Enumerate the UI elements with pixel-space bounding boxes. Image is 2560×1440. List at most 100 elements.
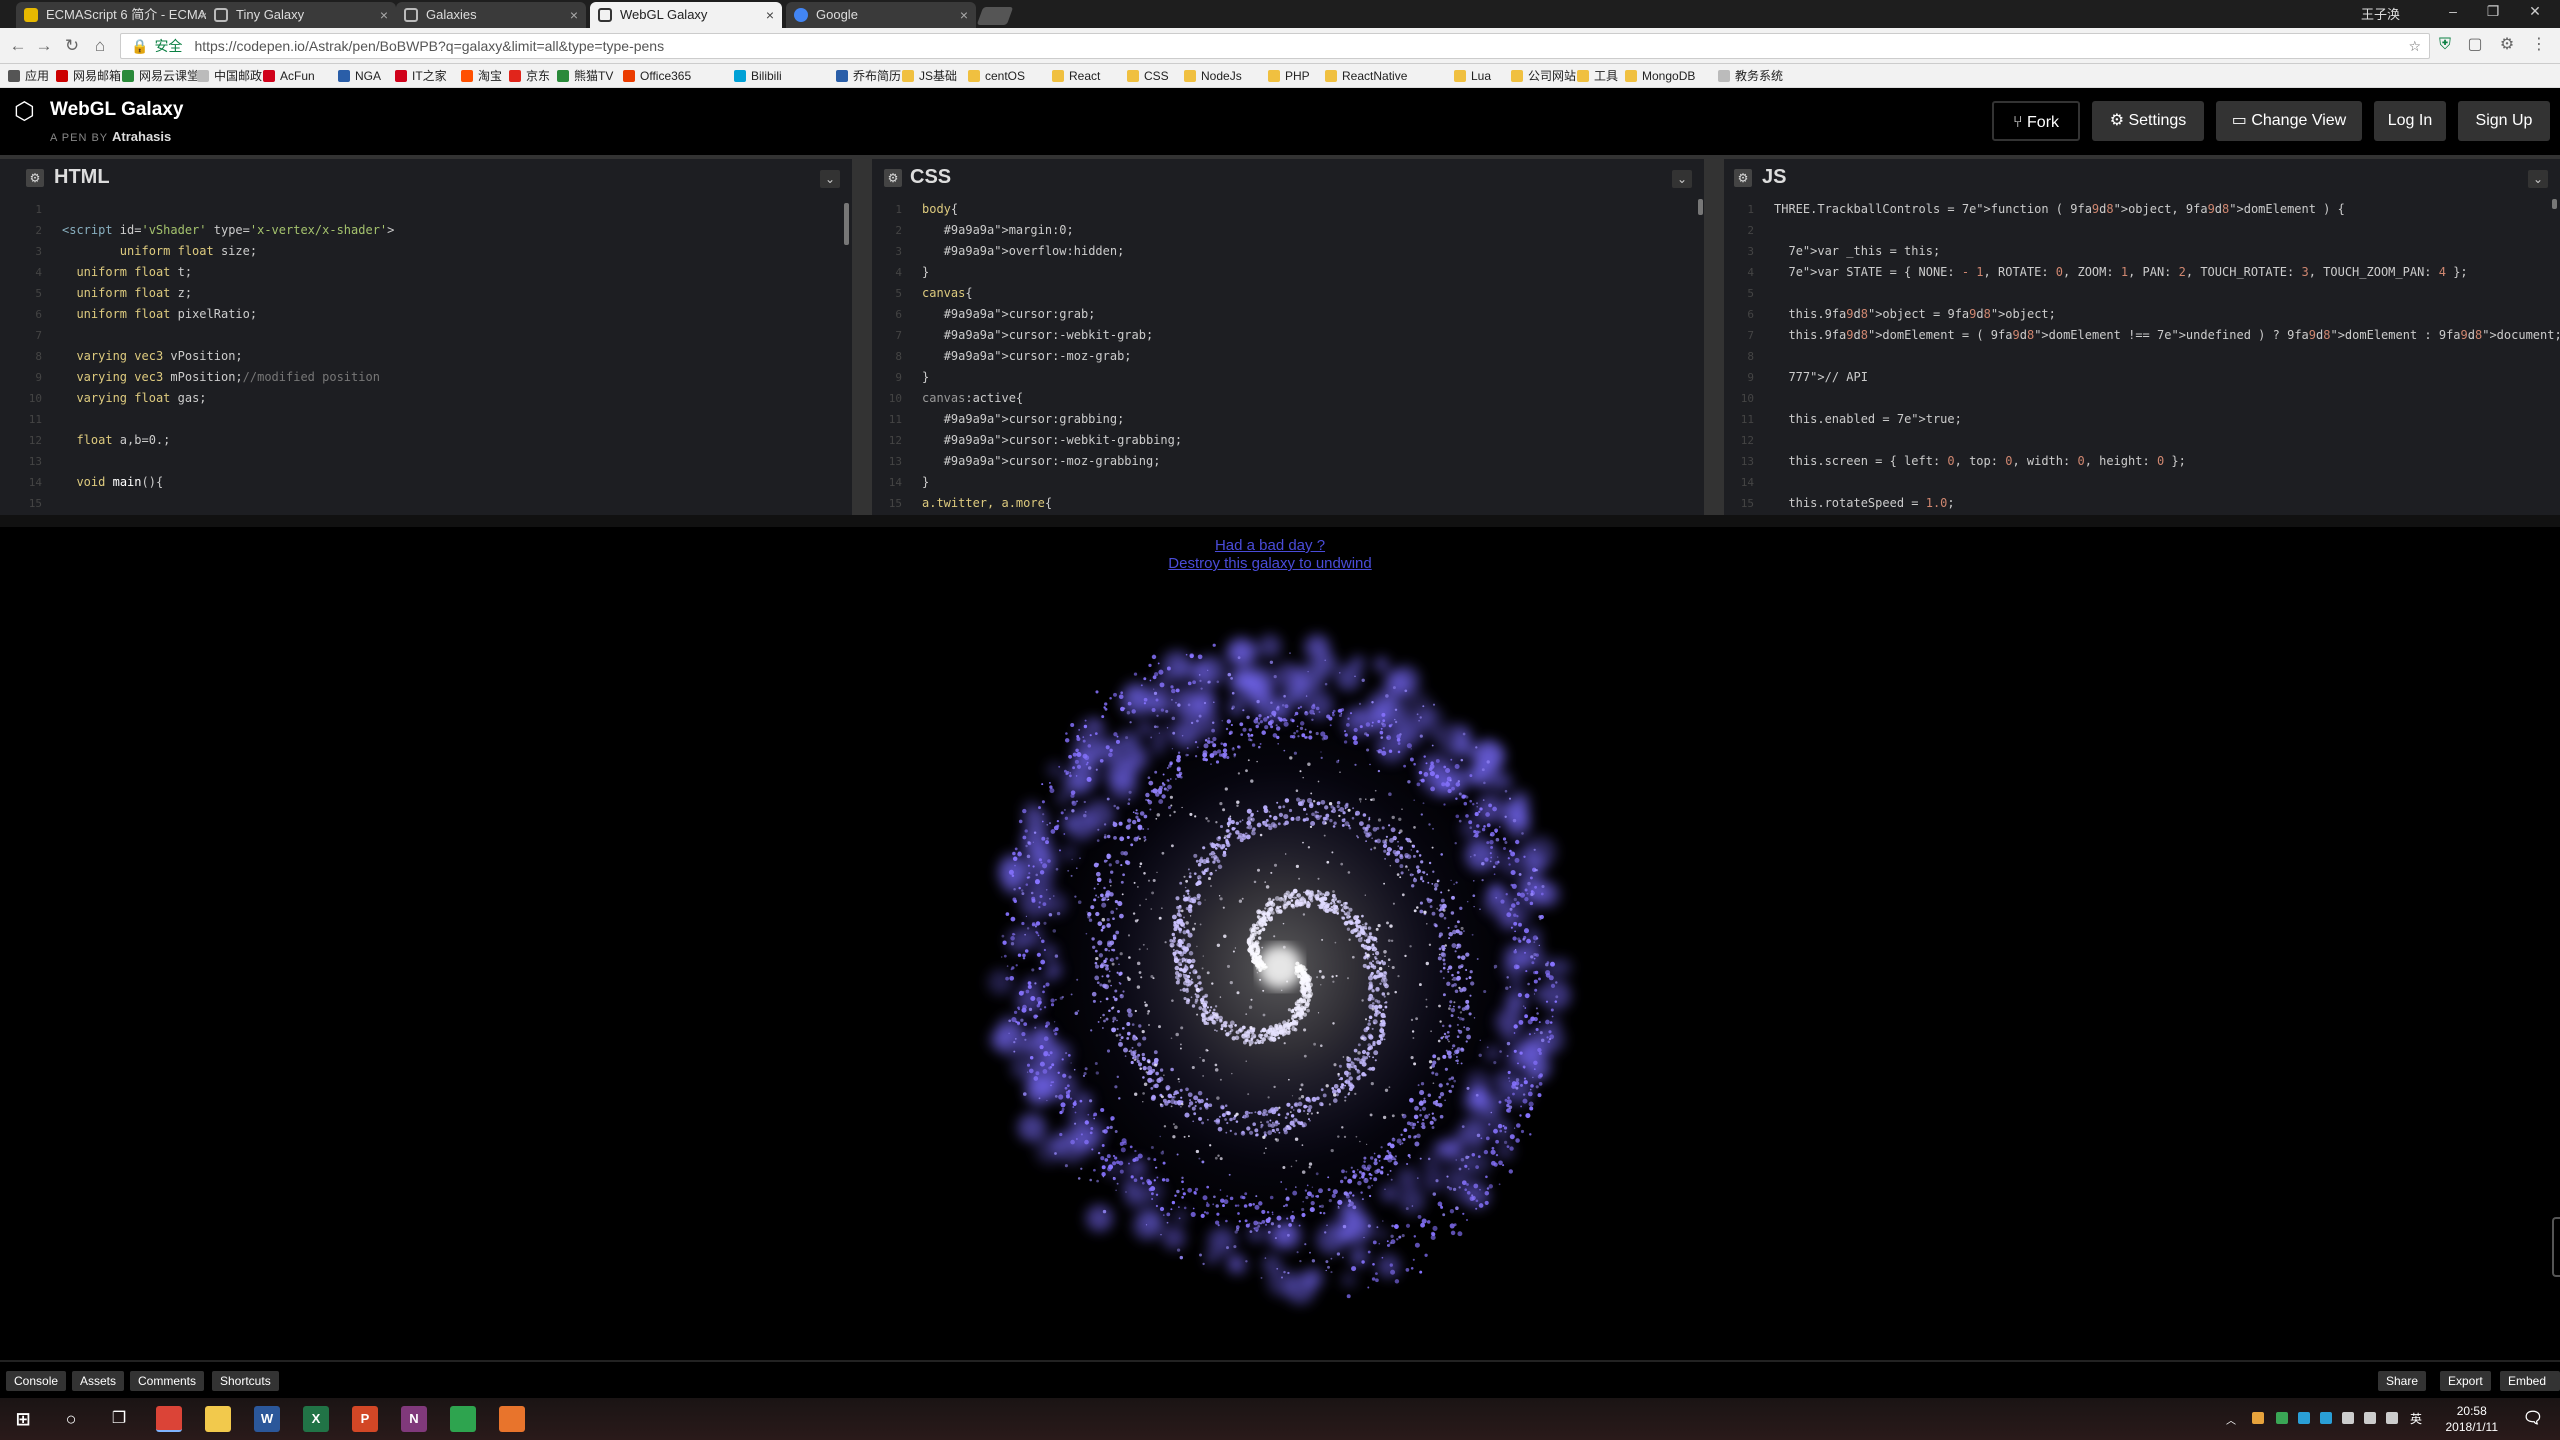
- bookmark-item[interactable]: 应用: [8, 67, 49, 85]
- excel-icon[interactable]: X: [303, 1406, 329, 1432]
- pen-title[interactable]: WebGL Galaxy: [50, 99, 183, 121]
- shield-icon[interactable]: [2342, 1412, 2354, 1424]
- onenote-icon[interactable]: N: [401, 1406, 427, 1432]
- reload-icon[interactable]: ↻: [62, 36, 82, 56]
- bookmark-item[interactable]: MongoDB: [1625, 67, 1695, 85]
- volume-icon[interactable]: [2386, 1412, 2398, 1424]
- signup-button[interactable]: Sign Up: [2458, 101, 2550, 141]
- close-icon[interactable]: ×: [380, 2, 388, 28]
- scrollbar[interactable]: [1698, 199, 1703, 215]
- panel-resizer[interactable]: [1704, 159, 1724, 515]
- bookmark-star-icon[interactable]: ☆: [2408, 34, 2421, 58]
- bookmark-item[interactable]: React: [1052, 67, 1100, 85]
- shortcuts-button[interactable]: Shortcuts: [212, 1371, 279, 1391]
- home-icon[interactable]: ⌂: [90, 36, 110, 56]
- browser-tab-webgl-galaxy[interactable]: WebGL Galaxy ×: [590, 2, 782, 28]
- new-tab-button[interactable]: [976, 7, 1014, 25]
- code-area[interactable]: 1 THREE.TrackballControls = 7e">function …: [1732, 199, 2560, 515]
- browser-tab-google[interactable]: Google ×: [786, 2, 976, 28]
- tray-app-icon[interactable]: [2276, 1412, 2288, 1424]
- address-bar[interactable]: 🔒 安全 https://codepen.io/Astrak/pen/BoBWPB?…: [120, 33, 2430, 59]
- fork-button[interactable]: ⑂ Fork: [1992, 101, 2080, 141]
- browser-tab-tiny-galaxy[interactable]: Tiny Galaxy ×: [206, 2, 396, 28]
- bookmark-item[interactable]: 京东: [509, 67, 550, 85]
- bookmark-item[interactable]: 乔布简历: [836, 67, 901, 85]
- shield-extension-icon[interactable]: ⛨: [2436, 36, 2454, 54]
- back-icon[interactable]: ←: [8, 36, 28, 56]
- bookmark-item[interactable]: CSS: [1127, 67, 1169, 85]
- bookmark-item[interactable]: Bilibili: [734, 67, 782, 85]
- bookmark-item[interactable]: PHP: [1268, 67, 1310, 85]
- bookmark-item[interactable]: AcFun: [263, 67, 315, 85]
- chevron-down-icon[interactable]: ⌄: [2528, 170, 2548, 188]
- bookmark-item[interactable]: 网易云课堂: [122, 67, 199, 85]
- ime-indicator[interactable]: 英: [2410, 1410, 2422, 1426]
- embed-button[interactable]: Embed: [2500, 1371, 2560, 1391]
- codepen-logo-icon[interactable]: ⬡: [14, 99, 40, 125]
- bookmark-item[interactable]: Lua: [1454, 67, 1491, 85]
- scrollbar[interactable]: [844, 203, 849, 245]
- profile-name[interactable]: 王子涣: [2361, 4, 2400, 23]
- preview-pane[interactable]: Had a bad day ? Destroy this galaxy to u…: [0, 515, 2560, 1360]
- sublime-icon[interactable]: [499, 1406, 525, 1432]
- forward-icon[interactable]: →: [34, 36, 54, 56]
- panel-resizer[interactable]: [852, 159, 872, 515]
- close-icon[interactable]: ×: [960, 2, 968, 28]
- bookmark-item[interactable]: centOS: [968, 67, 1025, 85]
- search-icon[interactable]: ○: [58, 1406, 84, 1432]
- bookmark-item[interactable]: 工具: [1577, 67, 1618, 85]
- login-button[interactable]: Log In: [2374, 101, 2446, 141]
- comments-button[interactable]: Comments: [130, 1371, 205, 1391]
- powerpoint-icon[interactable]: P: [352, 1406, 378, 1432]
- console-button[interactable]: Console: [6, 1371, 67, 1391]
- notification-icon[interactable]: 🗨: [2520, 1406, 2546, 1432]
- bookmark-item[interactable]: 教务系统: [1718, 67, 1783, 85]
- bookmark-item[interactable]: 公司网站: [1511, 67, 1576, 85]
- change-view-button[interactable]: ▭ Change View: [2216, 101, 2362, 141]
- galaxy-canvas[interactable]: [900, 597, 1660, 1337]
- extension-icon[interactable]: ▢: [2466, 36, 2484, 54]
- network-icon[interactable]: [2364, 1412, 2376, 1424]
- bookmark-item[interactable]: 熊猫TV: [557, 67, 613, 85]
- chrome-icon[interactable]: [156, 1406, 182, 1432]
- export-button[interactable]: Export: [2440, 1371, 2491, 1391]
- code-area[interactable]: 1 body{2 #9a9a9a">margin:0; 3 #9a9a9a">ove…: [880, 199, 1704, 515]
- resize-handle[interactable]: [2552, 1217, 2560, 1277]
- bookmark-item[interactable]: 中国邮政: [197, 67, 262, 85]
- destroy-galaxy-link[interactable]: Destroy this galaxy to undwind: [0, 555, 2540, 572]
- settings-button[interactable]: ⚙ Settings: [2092, 101, 2204, 141]
- store-icon[interactable]: [450, 1406, 476, 1432]
- assets-button[interactable]: Assets: [72, 1371, 125, 1391]
- tray-app-icon[interactable]: [2252, 1412, 2264, 1424]
- share-button[interactable]: Share: [2378, 1371, 2427, 1391]
- restore-icon[interactable]: ❐: [2478, 3, 2508, 20]
- scrollbar[interactable]: [2552, 199, 2557, 209]
- window-close-icon[interactable]: ✕: [2520, 3, 2550, 20]
- clock[interactable]: 20:58 2018/1/11: [2446, 1403, 2499, 1435]
- bookmark-item[interactable]: NGA: [338, 67, 381, 85]
- chevron-down-icon[interactable]: ⌄: [1672, 170, 1692, 188]
- explorer-icon[interactable]: [205, 1406, 231, 1432]
- bookmark-item[interactable]: Office365: [623, 67, 691, 85]
- chevron-down-icon[interactable]: ⌄: [820, 170, 840, 188]
- bookmark-item[interactable]: JS基础: [902, 67, 957, 85]
- gear-icon[interactable]: ⚙: [26, 169, 44, 187]
- author-link[interactable]: Atrahasis: [112, 129, 171, 144]
- gear-icon[interactable]: ⚙: [884, 169, 902, 187]
- tray-expand-icon[interactable]: ︿: [2226, 1412, 2238, 1427]
- word-icon[interactable]: W: [254, 1406, 280, 1432]
- tray-app-icon[interactable]: [2298, 1412, 2310, 1424]
- browser-tab-ecmascript[interactable]: ECMAScript 6 简介 - ECMAScript ×: [16, 2, 216, 28]
- gear-icon[interactable]: ⚙: [1734, 169, 1752, 187]
- menu-icon[interactable]: ⋮: [2530, 36, 2548, 54]
- close-icon[interactable]: ×: [570, 2, 578, 28]
- bookmark-item[interactable]: 淘宝: [461, 67, 502, 85]
- bookmark-item[interactable]: NodeJs: [1184, 67, 1242, 85]
- task-view-icon[interactable]: ❐: [106, 1406, 132, 1432]
- extension-icon[interactable]: ⚙: [2498, 36, 2516, 54]
- windows-start-icon[interactable]: ⊞: [10, 1406, 36, 1432]
- tray-app-icon[interactable]: [2320, 1412, 2332, 1424]
- bookmark-item[interactable]: ReactNative: [1325, 67, 1407, 85]
- bad-day-link[interactable]: Had a bad day ?: [0, 537, 2540, 554]
- browser-tab-galaxies[interactable]: Galaxies ×: [396, 2, 586, 28]
